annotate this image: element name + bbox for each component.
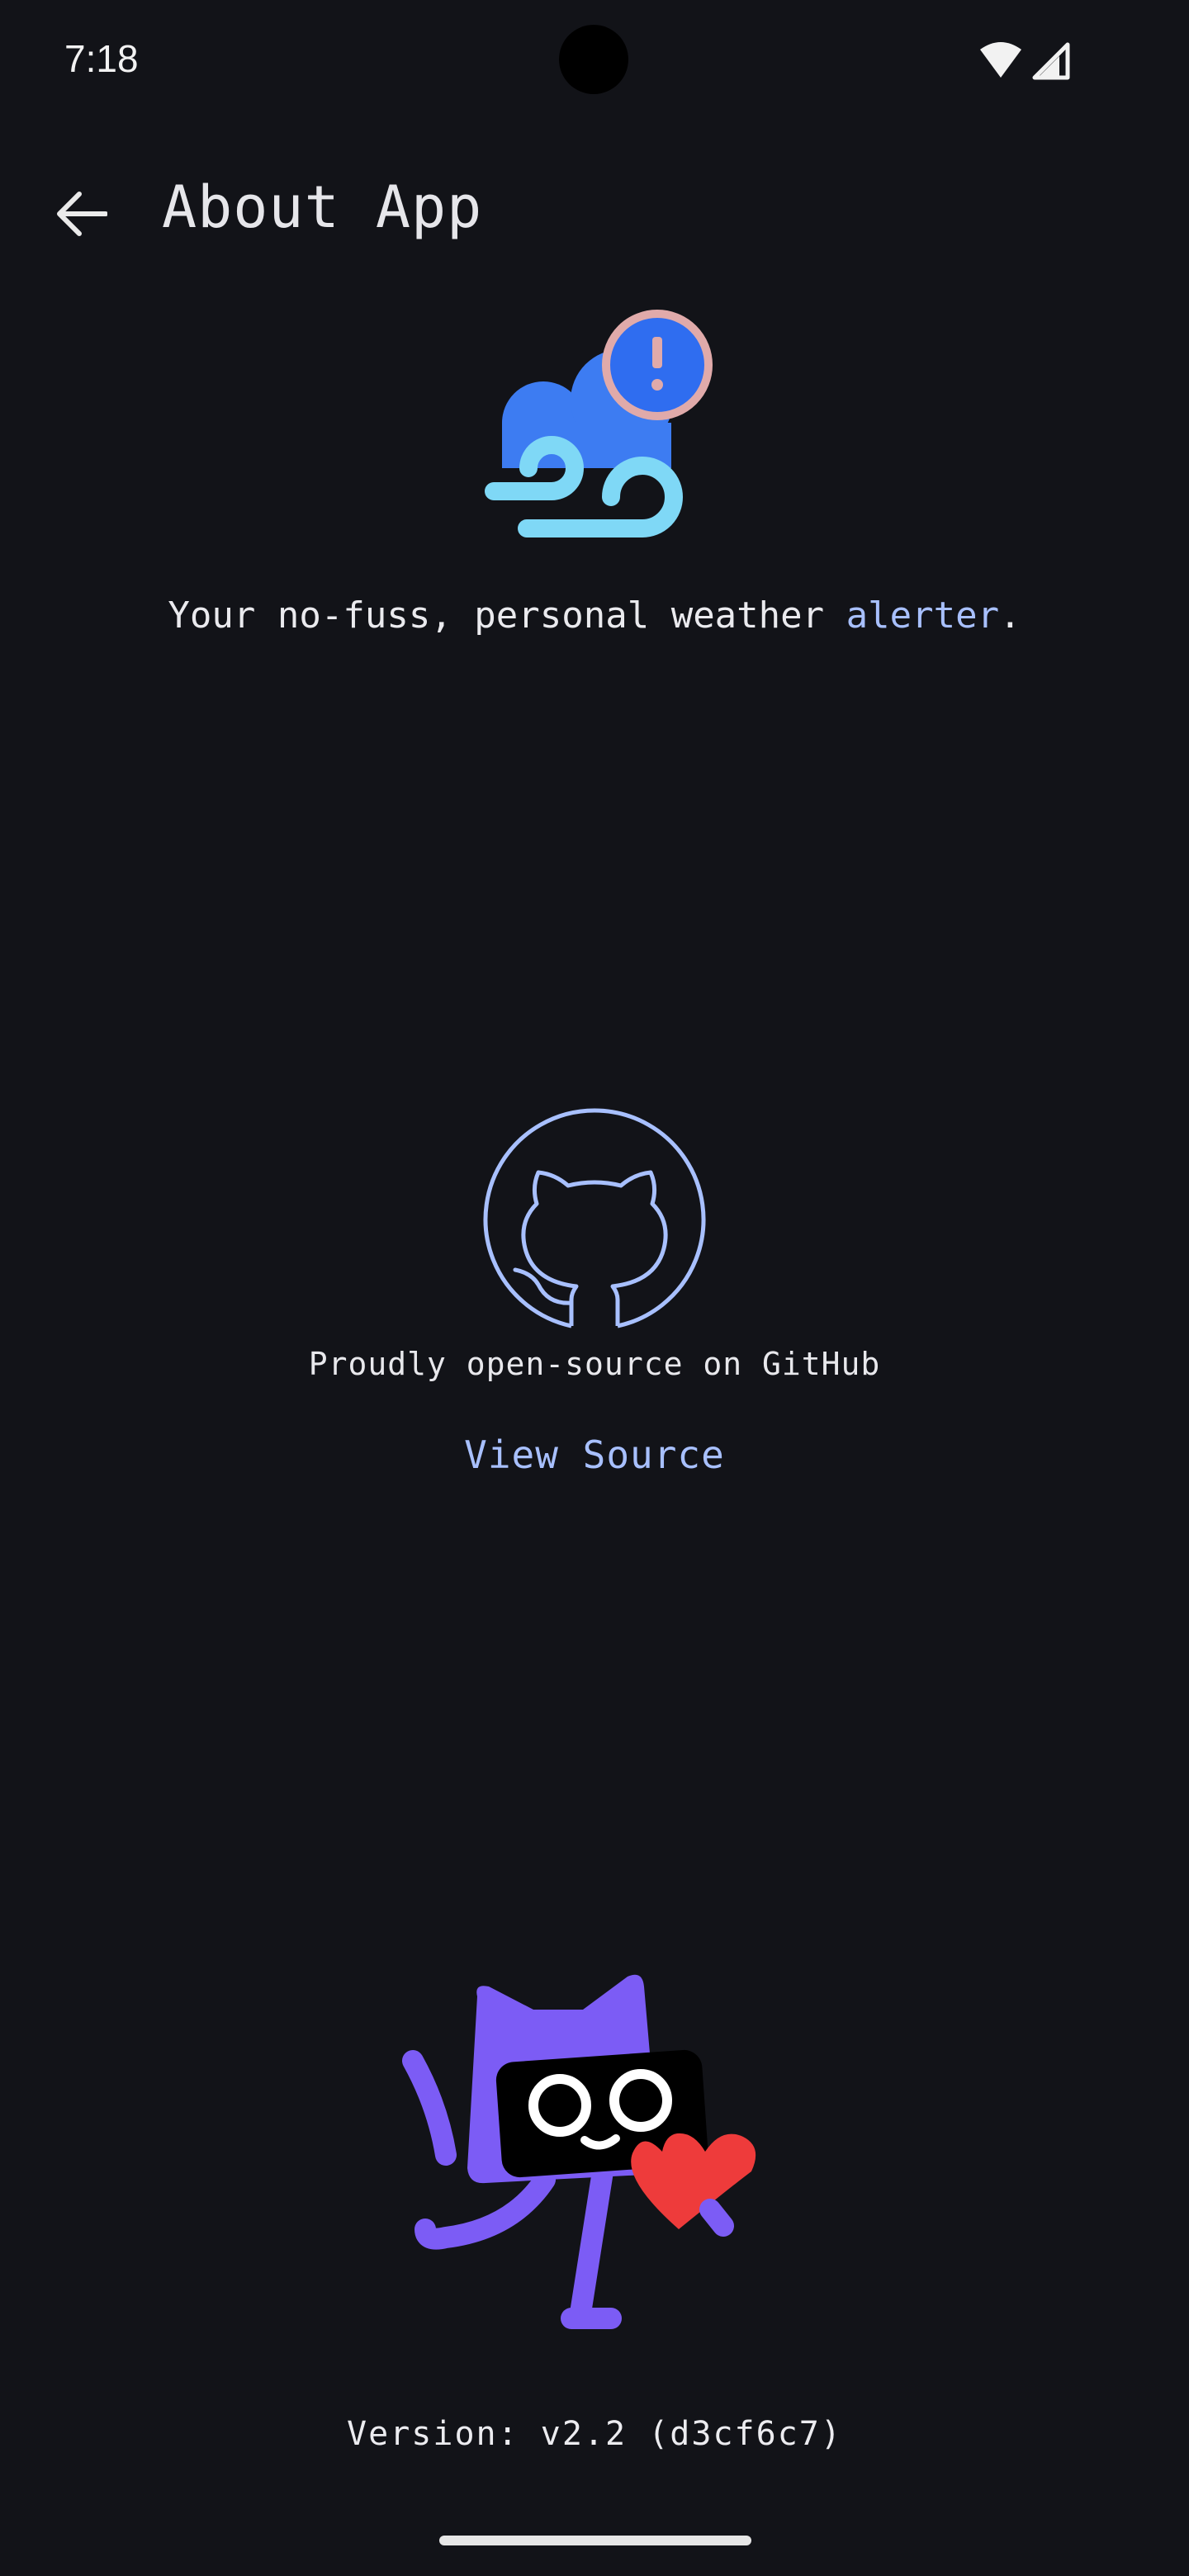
version-label: Version: v2.2 (d3cf6c7) — [347, 2415, 842, 2453]
camera-cutout — [559, 25, 628, 94]
system-icons — [978, 40, 1078, 84]
wind-cloud-alert-icon — [485, 310, 713, 537]
cell-signal-icon — [1032, 42, 1070, 80]
page-title: About App — [162, 173, 483, 241]
github-logo — [482, 1108, 707, 1336]
status-time: 7:18 — [64, 37, 139, 80]
tagline-suffix: . — [999, 594, 1021, 637]
tagline-accent: alerter — [846, 594, 1000, 637]
cat-mascot-icon — [402, 1974, 756, 2329]
github-octocat-icon — [483, 1108, 706, 1328]
view-source-link[interactable]: View Source — [0, 1432, 1189, 1477]
arrow-back-icon — [57, 192, 107, 236]
mascot-illustration — [388, 1957, 768, 2340]
wifi-icon — [980, 42, 1021, 78]
home-indicator[interactable] — [439, 2536, 751, 2545]
tagline-text: Your no-fuss, personal weather — [168, 594, 846, 637]
top-app-bar: About App — [0, 157, 1189, 264]
status-bar: 7:18 — [0, 0, 1189, 124]
app-tagline: Your no-fuss, personal weather alerter. — [0, 594, 1189, 637]
app-logo — [477, 305, 725, 556]
back-button[interactable] — [50, 182, 114, 246]
github-caption: Proudly open-source on GitHub — [308, 1346, 881, 1382]
